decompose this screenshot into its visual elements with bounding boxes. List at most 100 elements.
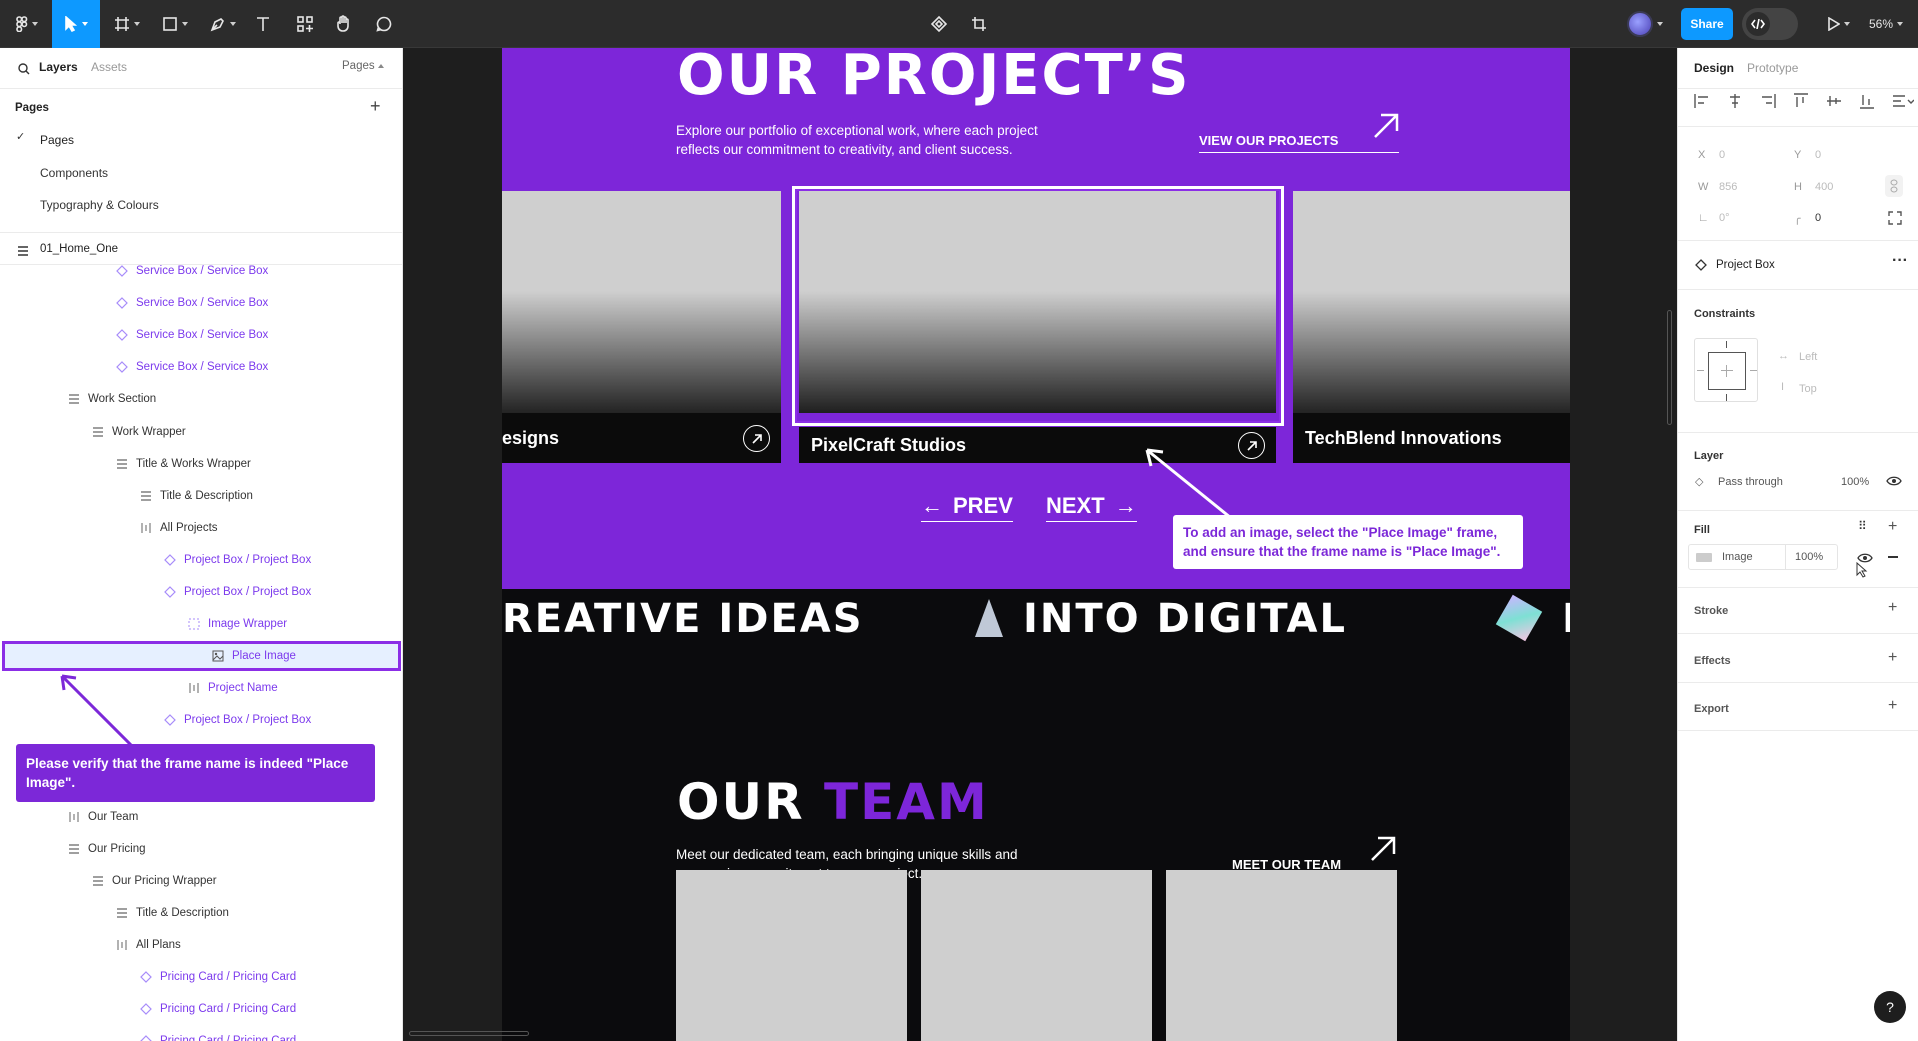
layer-row[interactable]: Project Box / Project Box bbox=[164, 550, 311, 570]
fill-opacity-input[interactable]: 100% bbox=[1795, 551, 1823, 563]
help-button[interactable]: ? bbox=[1874, 991, 1906, 1023]
h-input[interactable]: 400 bbox=[1815, 181, 1833, 193]
align-right-icon[interactable] bbox=[1760, 93, 1776, 109]
add-fill-icon[interactable]: + bbox=[1888, 518, 1897, 536]
page-item-typography[interactable]: Typography & Colours bbox=[40, 198, 159, 212]
layer-row[interactable]: Pricing Card / Pricing Card bbox=[140, 1031, 296, 1041]
fill-visibility-eye-icon[interactable] bbox=[1857, 553, 1873, 563]
present-button[interactable] bbox=[1822, 8, 1856, 40]
component-name[interactable]: Project Box bbox=[1716, 259, 1775, 271]
eye-icon[interactable] bbox=[1886, 476, 1902, 486]
frame-icon bbox=[115, 17, 129, 31]
layer-row[interactable]: Title & Description bbox=[140, 486, 253, 506]
align-center-v-icon[interactable] bbox=[1826, 93, 1842, 109]
layer-row[interactable]: Service Box / Service Box bbox=[116, 325, 268, 345]
layer-row[interactable]: Project Box / Project Box bbox=[164, 582, 311, 602]
layer-row[interactable]: Title & Works Wrapper bbox=[116, 454, 251, 474]
layer-row[interactable]: All Projects bbox=[140, 518, 218, 538]
project-card[interactable]: esigns bbox=[502, 191, 781, 463]
w-input[interactable]: 856 bbox=[1719, 181, 1737, 193]
frame-layer-icon bbox=[116, 458, 128, 470]
comment-tool-button[interactable] bbox=[373, 8, 395, 40]
zoom-menu[interactable]: 56% bbox=[1864, 8, 1908, 40]
prev-button[interactable]: ← PREV bbox=[921, 493, 1013, 522]
align-top-icon[interactable] bbox=[1793, 93, 1809, 109]
frame-tool-button[interactable] bbox=[110, 8, 144, 40]
shape-tool-button[interactable] bbox=[158, 8, 192, 40]
layer-row[interactable]: Image Wrapper bbox=[188, 614, 287, 634]
vertical-scrollbar[interactable] bbox=[1667, 310, 1672, 425]
pages-toggle[interactable]: Pages bbox=[342, 60, 375, 72]
vertical-constraint-icon: Ι bbox=[1781, 381, 1785, 393]
resources-button[interactable] bbox=[294, 8, 316, 40]
grid-styles-icon[interactable]: ⠿ bbox=[1858, 519, 1868, 533]
canvas[interactable]: OUR PROJECT’S Explore our portfolio of e… bbox=[403, 48, 1677, 1041]
add-effect-icon[interactable]: + bbox=[1888, 649, 1897, 667]
horizontal-constraint-select[interactable]: Left bbox=[1799, 351, 1817, 363]
component-tool-button[interactable] bbox=[928, 8, 950, 40]
tab-assets[interactable]: Assets bbox=[91, 60, 127, 74]
page-item-pages[interactable]: Pages bbox=[40, 133, 74, 147]
layer-row[interactable]: Service Box / Service Box bbox=[116, 293, 268, 313]
layer-row[interactable]: Service Box / Service Box bbox=[116, 357, 268, 377]
hand-tool-button[interactable] bbox=[333, 8, 355, 40]
align-center-h-icon[interactable] bbox=[1727, 93, 1743, 109]
fill-row[interactable]: Image 100% bbox=[1688, 544, 1838, 570]
crop-tool-button[interactable] bbox=[968, 8, 990, 40]
search-icon[interactable] bbox=[18, 62, 30, 80]
team-card[interactable] bbox=[676, 870, 907, 1041]
corner-radius-input[interactable]: 0 bbox=[1815, 212, 1821, 224]
share-button[interactable]: Share bbox=[1681, 8, 1733, 40]
layer-row[interactable]: Our Pricing Wrapper bbox=[92, 871, 217, 891]
layer-row[interactable]: Pricing Card / Pricing Card bbox=[140, 999, 296, 1019]
arrow-up-right-icon bbox=[1374, 113, 1399, 138]
rotation-input[interactable]: 0° bbox=[1719, 212, 1730, 224]
distribute-icon[interactable] bbox=[1892, 93, 1914, 109]
layer-row[interactable]: Place Image bbox=[212, 646, 296, 666]
next-button[interactable]: NEXT → bbox=[1046, 493, 1137, 522]
add-export-icon[interactable]: + bbox=[1888, 697, 1897, 715]
view-projects-link[interactable]: VIEW OUR PROJECTS bbox=[1199, 133, 1399, 153]
align-bottom-icon[interactable] bbox=[1859, 93, 1875, 109]
layer-row[interactable]: Work Wrapper bbox=[92, 422, 186, 442]
layer-row[interactable]: Project Box / Project Box bbox=[164, 710, 311, 730]
more-options-icon[interactable]: ··· bbox=[1892, 252, 1908, 270]
blend-mode-select[interactable]: Pass through bbox=[1718, 476, 1783, 488]
layer-row[interactable]: Work Section bbox=[68, 389, 156, 409]
add-stroke-icon[interactable]: + bbox=[1888, 599, 1897, 617]
constraints-widget[interactable] bbox=[1694, 338, 1758, 402]
current-frame-name[interactable]: 01_Home_One bbox=[40, 243, 118, 255]
layer-row[interactable]: All Plans bbox=[116, 935, 181, 955]
project-card[interactable]: TechBlend Innovations bbox=[1293, 191, 1570, 463]
resources-icon bbox=[297, 16, 313, 32]
layer-row[interactable]: Project Name bbox=[188, 678, 278, 698]
layer-row[interactable]: Our Team bbox=[68, 807, 138, 827]
x-input[interactable]: 0 bbox=[1719, 149, 1725, 161]
tab-layers[interactable]: Layers bbox=[39, 60, 78, 74]
expand-corners-icon[interactable] bbox=[1888, 211, 1902, 225]
layer-row[interactable]: Service Box / Service Box bbox=[116, 261, 268, 281]
y-input[interactable]: 0 bbox=[1815, 149, 1821, 161]
tab-design[interactable]: Design bbox=[1694, 61, 1734, 75]
tab-prototype[interactable]: Prototype bbox=[1747, 61, 1798, 75]
layer-row[interactable]: Title & Description bbox=[116, 903, 229, 923]
text-tool-button[interactable] bbox=[252, 8, 274, 40]
remove-fill-icon[interactable] bbox=[1888, 556, 1898, 558]
constrain-proportions-icon[interactable] bbox=[1885, 175, 1903, 197]
horizontal-scrollbar[interactable] bbox=[409, 1031, 529, 1036]
move-tool-button[interactable] bbox=[52, 0, 100, 48]
team-card[interactable] bbox=[921, 870, 1152, 1041]
y-label: Y bbox=[1794, 149, 1802, 161]
dev-mode-toggle[interactable] bbox=[1742, 8, 1798, 40]
layer-row[interactable]: Pricing Card / Pricing Card bbox=[140, 967, 296, 987]
user-avatar[interactable] bbox=[1622, 8, 1668, 40]
pen-tool-button[interactable] bbox=[206, 8, 240, 40]
vertical-constraint-select[interactable]: Top bbox=[1799, 383, 1817, 395]
layer-opacity-input[interactable]: 100% bbox=[1841, 476, 1869, 488]
layer-row[interactable]: Our Pricing bbox=[68, 839, 146, 859]
main-menu-button[interactable] bbox=[10, 8, 44, 40]
page-item-components[interactable]: Components bbox=[40, 166, 108, 180]
align-left-icon[interactable] bbox=[1694, 93, 1710, 109]
add-page-icon[interactable]: + bbox=[370, 96, 381, 117]
team-card[interactable] bbox=[1166, 870, 1397, 1041]
